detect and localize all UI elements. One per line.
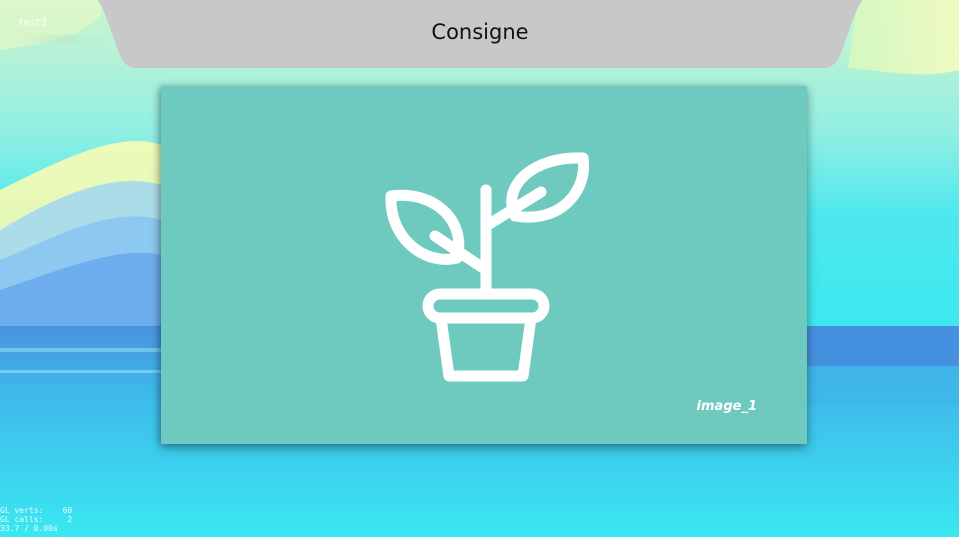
image-caption: image_1 [696, 399, 757, 414]
potted-plant-icon [385, 152, 590, 382]
image-card[interactable]: image_1 [161, 86, 807, 444]
corner-decoration [20, 35, 110, 43]
debug-line: 33.7 / 0.00s [0, 524, 58, 533]
debug-line: GL calls: 2 [0, 515, 73, 524]
debug-overlay: GL verts: 60 GL calls: 2 33.7 / 0.00s [0, 506, 72, 533]
debug-line: GL verts: 60 [0, 506, 73, 515]
header-banner: Consigne [98, 0, 862, 68]
header-title: Consigne [431, 20, 529, 44]
corner-label: test3 [19, 16, 48, 29]
